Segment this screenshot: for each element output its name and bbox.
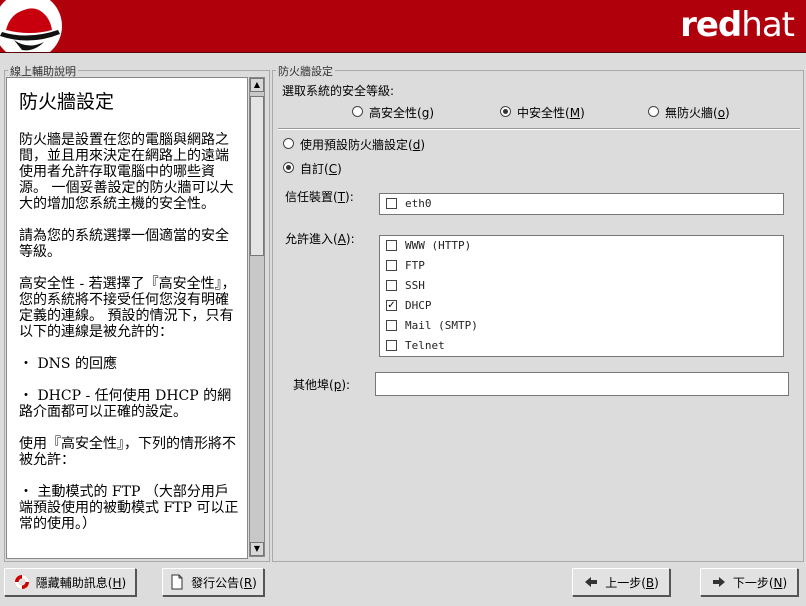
service-checkbox[interactable]: [386, 198, 397, 209]
scroll-up-icon[interactable]: ▲: [250, 78, 264, 92]
service-checkbox[interactable]: [386, 260, 397, 271]
security-level-label[interactable]: 高安全性(g): [369, 104, 434, 121]
help-paragraph: ・ 主動模式的 FTP （大部分用戶端預設使用的被動模式 FTP 可以正常的使用…: [19, 484, 239, 532]
security-level-radio[interactable]: [352, 106, 363, 117]
service-name: DHCP: [405, 299, 432, 312]
arrow-right-icon: [712, 577, 725, 587]
next-button[interactable]: 下一步(N): [700, 568, 798, 596]
brand-wordmark: redhat: [680, 5, 795, 45]
security-level-radio[interactable]: [500, 106, 511, 117]
security-level-label[interactable]: 中安全性(M): [517, 104, 585, 121]
service-name: Mail (SMTP): [405, 319, 478, 332]
help-paragraph: 請為您的系統選擇一個適當的安全等級。: [19, 228, 229, 260]
hide-help-button[interactable]: 隱藏輔助訊息(H): [4, 568, 136, 596]
service-name: FTP: [405, 259, 425, 272]
other-ports-input[interactable]: [375, 372, 789, 396]
service-name: WWW (HTTP): [405, 239, 472, 252]
back-button[interactable]: 上一步(B): [572, 568, 670, 596]
service-checkbox[interactable]: ✓: [386, 300, 397, 311]
lifebuoy-icon: [14, 575, 29, 589]
document-icon: [171, 574, 183, 590]
service-checkbox[interactable]: [386, 280, 397, 291]
custom-firewall-radio[interactable]: [283, 162, 294, 173]
help-title: 防火牆設定: [19, 91, 115, 113]
default-firewall-label[interactable]: 使用預設防火牆設定(d): [300, 136, 425, 153]
other-ports-label: 其他埠(p):: [293, 378, 351, 392]
header-banner: redhat: [0, 0, 806, 53]
service-checkbox[interactable]: [386, 240, 397, 251]
help-paragraph: 使用『高安全性』，下列的情形將不被允許：: [19, 436, 236, 468]
help-text-area[interactable]: 防火牆設定 防火牆是設置在您的電腦與網路之間，並且用來決定在網路上的遠端使用者允…: [6, 77, 248, 559]
service-name: eth0: [405, 197, 432, 210]
security-level-radio[interactable]: [648, 106, 659, 117]
help-paragraph: 高安全性 - 若選擇了『高安全性』，您的系統將不接受任何您沒有明確定義的連線。 …: [19, 276, 236, 340]
help-paragraph: ・ DNS 的回應: [19, 356, 117, 372]
scroll-down-icon[interactable]: ▼: [250, 542, 264, 556]
help-paragraph: ・ DHCP - 任何使用 DHCP 的網路介面都可以正確的設定。: [19, 388, 232, 420]
service-checkbox[interactable]: [386, 340, 397, 351]
divider: [278, 128, 800, 130]
trusted-devices-list[interactable]: eth0: [379, 193, 784, 215]
default-firewall-radio[interactable]: [283, 138, 294, 149]
service-name: SSH: [405, 279, 425, 292]
security-level-label[interactable]: 無防火牆(o): [665, 104, 730, 121]
trusted-devices-label: 信任裝置(T):: [285, 190, 354, 204]
release-notes-button[interactable]: 發行公告(R): [162, 568, 264, 596]
help-scrollbar[interactable]: ▲ ▼: [249, 77, 265, 557]
service-checkbox[interactable]: [386, 320, 397, 331]
allow-incoming-label: 允許進入(A):: [285, 232, 355, 246]
allow-incoming-list[interactable]: WWW (HTTP) FTP SSH ✓ DHCP Mail (SMTP) Telnet: [379, 235, 784, 357]
help-paragraph: 防火牆是設置在您的電腦與網路之間，並且用來決定在網路上的遠端使用者允許存取電腦中…: [19, 132, 234, 212]
service-name: Telnet: [405, 339, 445, 352]
redhat-logo-icon: [0, 0, 62, 52]
scroll-thumb[interactable]: [250, 96, 264, 256]
security-level-prompt: 選取系統的安全等級:: [282, 84, 395, 98]
custom-firewall-label[interactable]: 自訂(C): [300, 160, 342, 177]
arrow-left-icon: [585, 577, 598, 587]
firewall-group-label: 防火牆設定: [276, 63, 335, 79]
